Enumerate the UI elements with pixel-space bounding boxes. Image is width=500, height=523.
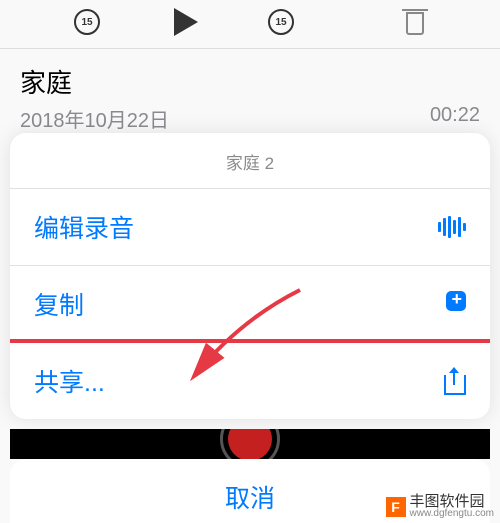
watermark: F 丰图软件园 www.dgfengtu.com <box>386 494 495 519</box>
record-icon <box>228 429 272 459</box>
edit-label: 编辑录音 <box>34 209 134 245</box>
share-icon <box>444 367 466 395</box>
cancel-label: 取消 <box>225 485 275 513</box>
action-sheet: 家庭 2 编辑录音 复制 共享... <box>10 133 490 419</box>
waveform-icon <box>438 216 466 238</box>
edit-recording-button[interactable]: 编辑录音 <box>10 189 490 265</box>
share-button[interactable]: 共享... <box>10 339 490 419</box>
duplicate-button[interactable]: 复制 <box>10 266 490 342</box>
duplicate-label: 复制 <box>34 286 84 322</box>
share-label: 共享... <box>34 363 105 399</box>
duplicate-icon <box>440 291 466 317</box>
record-button[interactable] <box>220 429 280 459</box>
watermark-logo-icon: F <box>386 497 406 517</box>
sheet-title: 家庭 2 <box>10 133 490 188</box>
watermark-name: 丰图软件园 <box>410 494 495 509</box>
watermark-url: www.dgfengtu.com <box>410 509 495 519</box>
record-bar-background <box>10 429 490 459</box>
modal-overlay: 家庭 2 编辑录音 复制 共享... 取消 <box>0 0 500 523</box>
